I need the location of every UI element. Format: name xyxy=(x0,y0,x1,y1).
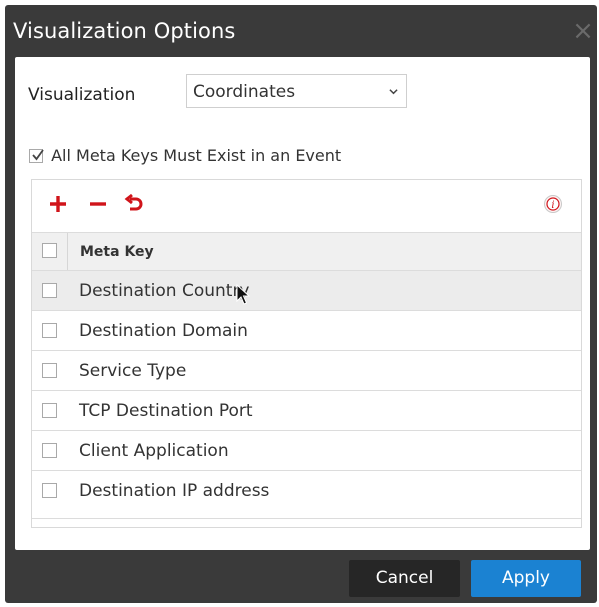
all-meta-keys-label: All Meta Keys Must Exist in an Event xyxy=(51,146,342,165)
row-checkbox[interactable] xyxy=(42,283,57,298)
row-label: Client Application xyxy=(79,441,229,461)
visualization-label: Visualization xyxy=(28,85,136,105)
plus-icon[interactable] xyxy=(46,192,70,216)
row-checkbox-cell xyxy=(32,471,67,510)
row-checkbox[interactable] xyxy=(42,403,57,418)
row-label: Destination Domain xyxy=(79,321,248,341)
table-header-row: Meta Key xyxy=(32,232,581,270)
column-header-meta-key: Meta Key xyxy=(80,244,154,260)
minus-icon[interactable] xyxy=(86,192,110,216)
chevron-down-icon xyxy=(389,89,398,95)
row-checkbox-cell xyxy=(32,311,67,350)
apply-button[interactable]: Apply xyxy=(471,560,581,597)
row-checkbox-cell xyxy=(32,391,67,430)
table-row[interactable]: TCP Destination Port xyxy=(32,390,581,430)
table-row[interactable]: Destination Country xyxy=(32,270,581,310)
visualization-select-value: Coordinates xyxy=(193,82,296,102)
table-row[interactable]: Destination Domain xyxy=(32,310,581,350)
close-icon[interactable]: × xyxy=(571,18,595,44)
visualization-select[interactable]: Coordinates xyxy=(186,74,407,108)
table-row[interactable]: Service Type xyxy=(32,350,581,390)
select-all-checkbox[interactable] xyxy=(42,243,57,258)
info-icon[interactable]: i xyxy=(543,194,563,214)
table-row[interactable]: Client Application xyxy=(32,430,581,470)
dialog-titlebar: Visualization Options × xyxy=(5,5,597,57)
horizontal-scrollbar[interactable] xyxy=(32,518,581,527)
dialog-body: Visualization Coordinates All Meta Keys … xyxy=(15,57,590,550)
meta-keys-toolbar: i xyxy=(32,180,581,230)
row-checkbox[interactable] xyxy=(42,363,57,378)
meta-keys-panel: i Meta Key Destination Country Destinati… xyxy=(31,179,582,528)
checkmark-icon xyxy=(32,148,44,160)
row-checkbox-cell xyxy=(32,351,67,390)
undo-icon[interactable] xyxy=(122,192,146,216)
row-checkbox-cell xyxy=(32,431,67,470)
table-row[interactable]: Destination IP address xyxy=(32,470,581,510)
all-meta-keys-checkbox[interactable] xyxy=(29,148,44,163)
row-checkbox[interactable] xyxy=(42,323,57,338)
visualization-options-dialog: Visualization Options × Visualization Co… xyxy=(5,5,597,603)
row-checkbox[interactable] xyxy=(42,483,57,498)
row-checkbox[interactable] xyxy=(42,443,57,458)
cancel-button[interactable]: Cancel xyxy=(349,560,460,597)
meta-keys-table: Meta Key Destination Country Destination… xyxy=(32,232,581,510)
row-checkbox-cell xyxy=(32,271,67,310)
row-label: Destination Country xyxy=(79,281,250,301)
dialog-footer: Cancel Apply xyxy=(5,550,597,603)
header-checkbox-cell xyxy=(32,233,68,270)
svg-text:i: i xyxy=(551,200,554,211)
row-label: TCP Destination Port xyxy=(79,401,253,421)
row-label: Service Type xyxy=(79,361,187,381)
all-meta-keys-option[interactable]: All Meta Keys Must Exist in an Event xyxy=(29,145,341,167)
row-label: Destination IP address xyxy=(79,481,270,501)
dialog-title: Visualization Options xyxy=(13,19,236,43)
